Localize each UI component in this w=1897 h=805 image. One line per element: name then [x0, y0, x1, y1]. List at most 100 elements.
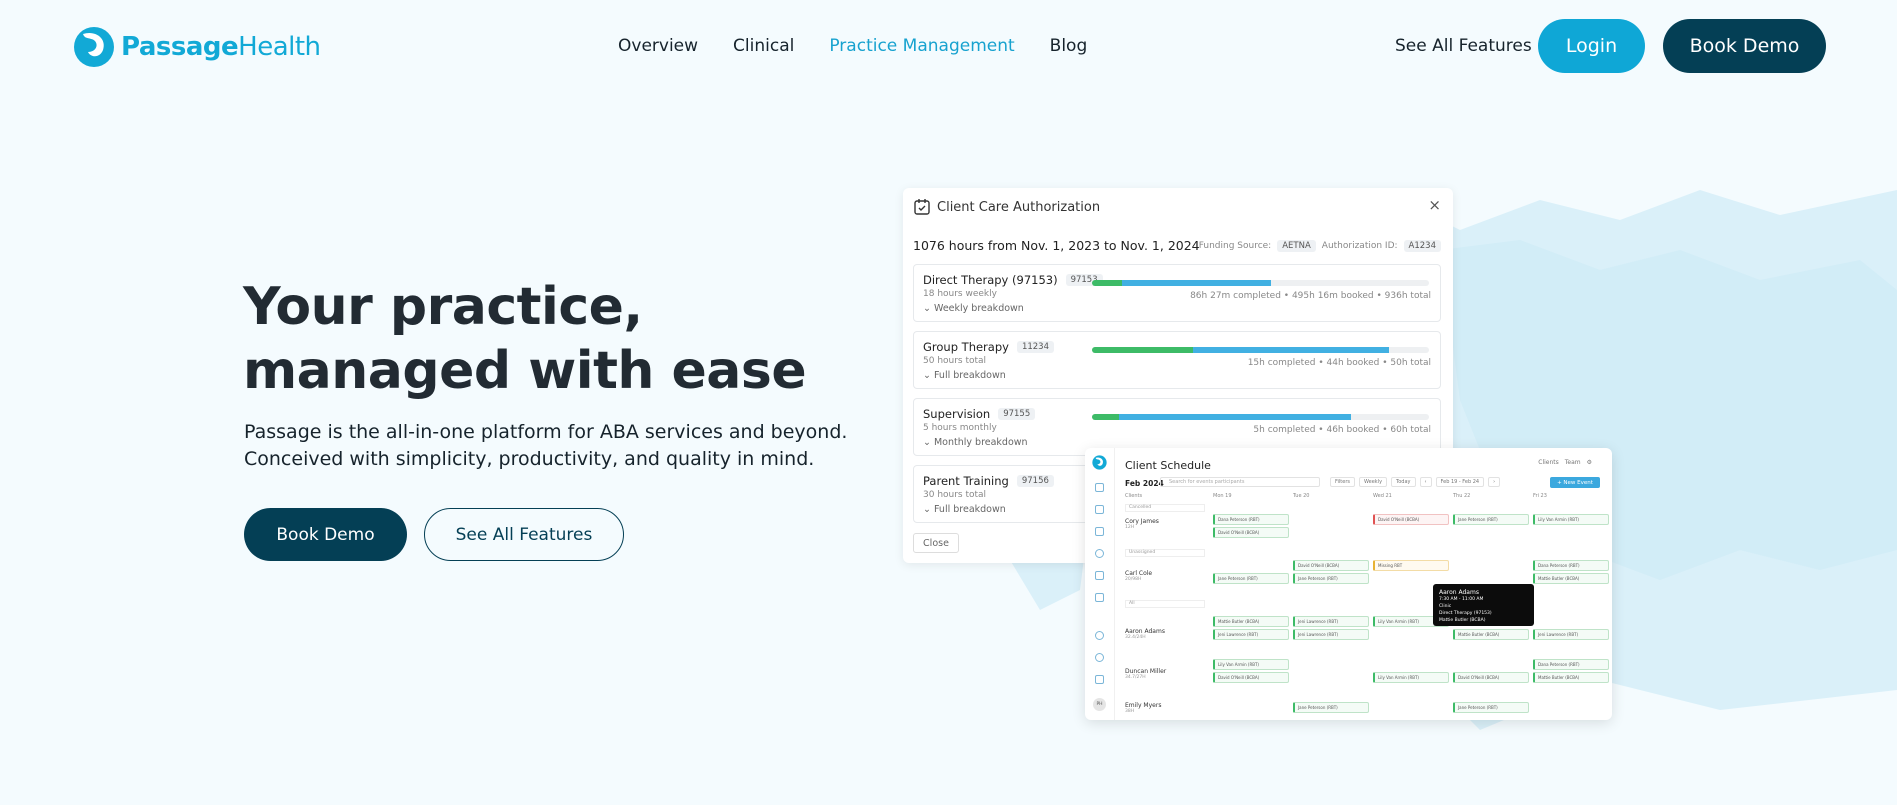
calendar-event[interactable]: Jane Peterson (RBT) [1453, 702, 1529, 713]
logo[interactable]: PassageHealth [73, 26, 321, 68]
auth-row-progress-bar [1092, 280, 1429, 286]
avatar[interactable]: PH [1093, 698, 1106, 711]
folder-icon[interactable] [1095, 593, 1104, 602]
auth-row-expand[interactable]: ⌄ Monthly breakdown [923, 437, 1028, 448]
logout-icon[interactable] [1095, 675, 1104, 684]
hero-book-demo-button[interactable]: Book Demo [244, 508, 407, 561]
client-hours: 38H [1125, 709, 1135, 714]
calendar-event[interactable]: David O'Neill (BCBA) [1453, 672, 1529, 683]
calendar-event[interactable]: Jeni Lawrence (RBT) [1533, 629, 1609, 640]
hero-title-line2: managed with ease [243, 341, 807, 401]
completed-bar [1092, 347, 1194, 353]
schedule-search-input[interactable]: Search for events participants [1160, 477, 1320, 487]
calendar-event[interactable]: Jane Peterson (RBT) [1213, 573, 1289, 584]
hero-subtitle-line2: Conceived with simplicity, productivity,… [244, 448, 815, 470]
schedule-controls: Filters Weekly Today ‹ Feb 19 - Feb 24 › [1330, 477, 1501, 487]
client-row-label[interactable]: Duncan Miller 34.7/27H [1125, 668, 1166, 680]
tab-clients[interactable]: Clients [1538, 459, 1559, 466]
nav-see-all-features-link[interactable]: See All Features [1395, 36, 1532, 56]
tooltip-time: 7:30 AM - 11:00 AM [1439, 597, 1484, 602]
schedule-month: Feb 2024 [1125, 479, 1164, 488]
day-mon: Mon 19 [1213, 493, 1232, 499]
client-row-label[interactable]: Emily Myers 38H [1125, 702, 1161, 714]
nav-book-demo-button[interactable]: Book Demo [1663, 19, 1826, 73]
calendar-event[interactable]: Dana Peterson (RBT) [1533, 560, 1609, 571]
client-schedule-card: PH Client Schedule Clients Team ⚙ Feb 20… [1085, 448, 1612, 720]
tab-team[interactable]: Team [1565, 459, 1581, 466]
calendar-event[interactable]: Missing RBT [1373, 560, 1449, 571]
auth-row-progress-bar [1092, 414, 1429, 420]
tooltip-client-name: Aaron Adams [1439, 589, 1479, 596]
client-hours: 34.7/27H [1125, 675, 1146, 680]
nav-link-overview[interactable]: Overview [618, 36, 698, 56]
logo-text-health: Health [238, 32, 321, 62]
booked-bar [1118, 414, 1352, 420]
group-all[interactable]: All [1125, 600, 1205, 608]
auth-row-sub: 30 hours total [923, 490, 987, 500]
new-event-button[interactable]: + New Event [1550, 477, 1600, 488]
view-select[interactable]: Weekly [1359, 477, 1388, 487]
calendar-event[interactable]: Dana Peterson (RBT) [1533, 659, 1609, 670]
auth-row-stats: 5h completed • 46h booked • 60h total [1253, 425, 1431, 435]
calendar-event[interactable]: Jeni Lawrence (RBT) [1293, 629, 1369, 640]
next-week-button[interactable]: › [1488, 477, 1501, 487]
billing-icon[interactable] [1095, 571, 1104, 580]
hero-see-all-features-button[interactable]: See All Features [424, 508, 624, 561]
client-row-label[interactable]: Aaron Adams 32.4/24H [1125, 628, 1165, 640]
nav-link-blog[interactable]: Blog [1050, 36, 1088, 56]
calendar-event[interactable]: Lily Van Armin (RBT) [1213, 659, 1289, 670]
auth-row-expand[interactable]: ⌄ Weekly breakdown [923, 303, 1024, 314]
client-row-label[interactable]: Carl Cole 20/98H [1125, 570, 1152, 582]
completed-bar [1092, 414, 1119, 420]
client-name: Cory James [1125, 518, 1159, 525]
calendar-event[interactable]: Jane Peterson (RBT) [1453, 514, 1529, 525]
calendar-event[interactable]: Dana Peterson (RBT) [1213, 514, 1289, 525]
settings-icon[interactable] [1095, 631, 1104, 640]
funding-source-value: AETNA [1277, 240, 1316, 252]
calendar-event[interactable]: David O'Neill (BCBA) [1213, 672, 1289, 683]
auth-row-group-therapy: Group Therapy 11234 50 hours total ⌄ Full… [913, 331, 1441, 389]
calendar-event[interactable]: David O'Neill (BCBA) [1373, 514, 1449, 525]
user-icon[interactable] [1095, 483, 1104, 492]
auth-row-direct-therapy: Direct Therapy (97153) 97153 18 hours wee… [913, 264, 1441, 322]
calendar-event[interactable]: Lily Van Armin (RBT) [1373, 672, 1449, 683]
prev-week-button[interactable]: ‹ [1419, 477, 1432, 487]
nav-link-practice-management[interactable]: Practice Management [829, 36, 1014, 56]
auth-row-expand[interactable]: ⌄ Full breakdown [923, 370, 1006, 381]
calendar-event[interactable]: Jeni Lawrence (RBT) [1213, 629, 1289, 640]
day-thu: Thu 22 [1453, 493, 1471, 499]
day-fri: Fri 23 [1533, 493, 1547, 499]
top-nav: PassageHealth Overview Clinical Practice… [0, 0, 1897, 92]
login-button[interactable]: Login [1538, 19, 1645, 73]
gear-icon[interactable]: ⚙ [1587, 459, 1592, 466]
calendar-event[interactable]: Mattie Butler (BCBA) [1453, 629, 1529, 640]
calendar-event[interactable]: David O'Neill (BCBA) [1213, 527, 1289, 538]
group-unassigned[interactable]: Unassigned [1125, 549, 1205, 557]
calendar-event[interactable]: Jane Peterson (RBT) [1293, 573, 1369, 584]
filters-button[interactable]: Filters [1330, 477, 1355, 487]
client-row-label[interactable]: Cory James 12H [1125, 518, 1159, 530]
calendar-event[interactable]: David O'Neill (BCBA) [1293, 560, 1369, 571]
calendar-event[interactable]: Mattie Butler (BCBA) [1533, 573, 1609, 584]
auth-row-progress-bar [1092, 347, 1429, 353]
auth-row-expand[interactable]: ⌄ Full breakdown [923, 504, 1006, 515]
clock-icon[interactable] [1095, 549, 1104, 558]
team-icon[interactable] [1095, 505, 1104, 514]
auth-row-name: Direct Therapy (97153) [923, 273, 1058, 287]
auth-range: 1076 hours from Nov. 1, 2023 to Nov. 1, … [913, 238, 1200, 253]
close-icon[interactable]: × [1428, 196, 1441, 214]
auth-close-button[interactable]: Close [913, 533, 959, 553]
passage-logo-icon [74, 27, 114, 67]
calendar-event[interactable]: Mattie Butler (BCBA) [1533, 672, 1609, 683]
authorization-id-label: Authorization ID: [1321, 241, 1398, 251]
nav-link-clinical[interactable]: Clinical [733, 36, 794, 56]
calendar-event[interactable]: Jane Peterson (RBT) [1293, 702, 1369, 713]
calendar-event[interactable]: Lily Van Armin (RBT) [1533, 514, 1609, 525]
today-button[interactable]: Today [1391, 477, 1416, 487]
passage-logo-icon[interactable] [1092, 455, 1107, 470]
help-icon[interactable] [1095, 653, 1104, 662]
calendar-event[interactable]: Mattie Butler (BCBA) [1213, 616, 1289, 627]
calendar-icon[interactable] [1095, 527, 1104, 536]
calendar-event[interactable]: Jeni Lawrence (RBT) [1293, 616, 1369, 627]
group-cancelled[interactable]: Cancelled [1125, 504, 1205, 512]
